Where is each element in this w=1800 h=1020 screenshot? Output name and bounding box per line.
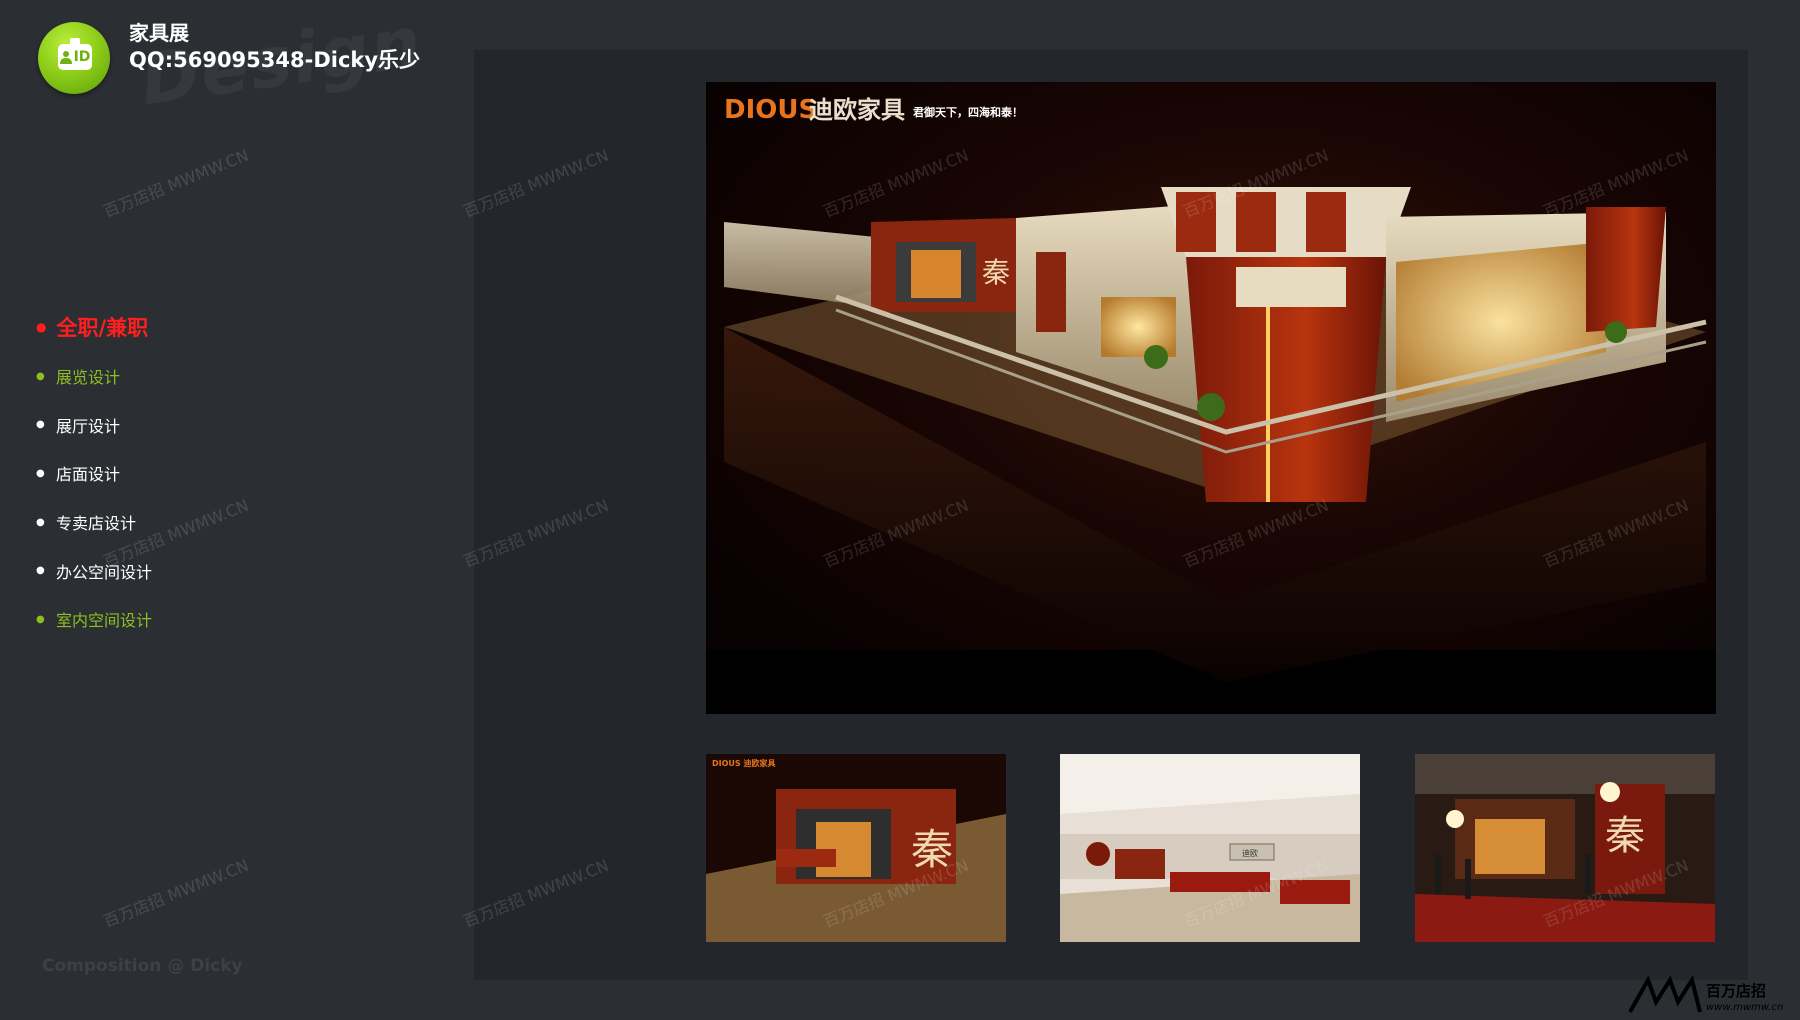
nav-item-label: 店面设计 [56,465,121,485]
nav-item-label: 专卖店设计 [56,514,137,534]
brand-logo-text: DIOUS [724,95,817,125]
id-label: ID [73,49,91,65]
bullet-icon: ● [36,565,45,577]
thumb1-sign: 秦 [911,825,953,874]
logo-text: 百万店招 [1706,982,1766,1000]
watermark-text: 百万店招 MWMW.CN [100,855,252,932]
category-nav: ● 全职/兼职 ● 展览设计 ● 展厅设计 ● 店面设计 ● 专卖店设计 ● 办… [36,312,152,644]
thumbnail-3[interactable]: 秦 [1415,754,1715,942]
nav-item-store-design[interactable]: ● 专卖店设计 [36,498,152,547]
nav-item-label: 展览设计 [56,368,121,388]
nav-item-interior-design[interactable]: ● 室内空间设计 [36,595,152,644]
mwmw-logo-icon: 百万店招 www.mwmw.cn [1628,974,1783,1013]
bullet-icon: ● [36,516,45,528]
bullet-icon: ● [36,370,45,382]
thumb3-sign: 秦 [1605,813,1645,859]
title-block: 家具展 QQ:569095348-Dicky乐少 [129,20,420,74]
thumbnail-2[interactable]: 迪欧 [1060,754,1360,942]
nav-item-label: 展厅设计 [56,416,121,436]
nav-heading-label: 全职/兼职 [56,316,149,340]
avatar: ID [38,22,110,94]
page-title: 家具展 [129,21,189,45]
logo-url: www.mwmw.cn [1706,1002,1783,1013]
bullet-icon: ● [36,320,47,334]
booth-render-illustration: 秦 DIOUS 迪欧家具 君御天下，四海和泰！ [706,82,1716,714]
thumbnail-booth-front: 秦 DIOUS 迪欧家具 [706,754,1006,942]
bullet-icon: ● [36,467,45,479]
thumb1-brand: DIOUS 迪欧家具 [712,758,775,768]
site-logo: 百万店招 www.mwmw.cn [1626,972,1792,1016]
nav-item-showroom-design[interactable]: ● 展厅设计 [36,401,152,450]
nav-item-exhibition-design[interactable]: ● 展览设计 [36,352,152,401]
nav-item-label: 办公空间设计 [56,562,153,582]
nav-item-storefront-design[interactable]: ● 店面设计 [36,449,152,498]
brand-cn-text: 迪欧家具 [809,96,905,124]
page-subtitle: QQ:569095348-Dicky乐少 [129,48,421,72]
watermark-text: 百万店招 MWMW.CN [100,145,252,222]
slogan-text: 君御天下，四海和泰！ [913,105,1023,119]
thumbnail-interior: 迪欧 [1060,754,1360,942]
id-card-icon: ID [58,38,92,70]
thumbnail-1[interactable]: 秦 DIOUS 迪欧家具 [706,754,1006,942]
thumbnail-booth-photo: 秦 [1415,754,1715,942]
bullet-icon: ● [36,419,45,431]
bullet-icon: ● [36,613,45,625]
nav-item-office-design[interactable]: ● 办公空间设计 [36,546,152,595]
main-booth-image[interactable]: 秦 DIOUS 迪欧家具 君御天下，四海和泰！ [706,82,1716,714]
thumb2-wall-sign: 迪欧 [1242,848,1258,858]
nav-item-label: 室内空间设计 [56,611,153,631]
nav-list: ● 展览设计 ● 展厅设计 ● 店面设计 ● 专卖店设计 ● 办公空间设计 ● … [36,352,152,644]
nav-heading[interactable]: ● 全职/兼职 [36,312,152,342]
composition-credit: Composition @ Dicky [42,956,243,976]
svg-text:秦: 秦 [982,256,1010,289]
person-icon [59,51,72,64]
